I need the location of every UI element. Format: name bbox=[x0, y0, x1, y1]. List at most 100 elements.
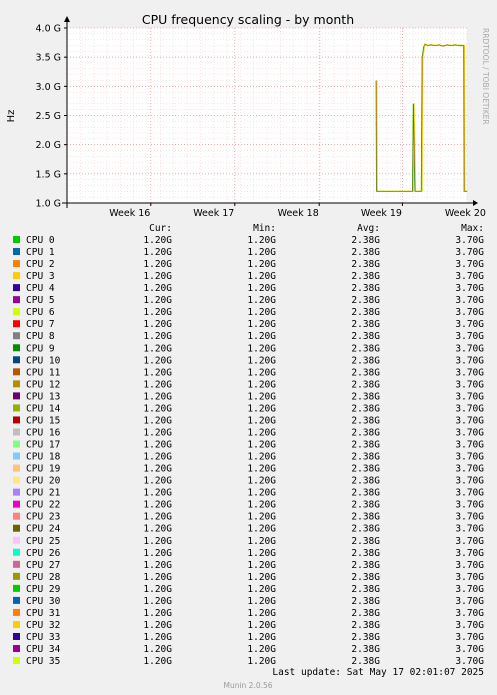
legend-value-min: 1.20G bbox=[247, 548, 276, 559]
x-tick-label: Week 17 bbox=[193, 208, 234, 219]
legend-swatch bbox=[13, 596, 20, 604]
legend-swatch bbox=[13, 236, 20, 243]
legend-value-avg: 2.38G bbox=[351, 644, 380, 655]
legend-swatch bbox=[13, 344, 20, 352]
legend-value-avg: 2.38G bbox=[351, 283, 380, 294]
legend-value-avg: 2.38G bbox=[351, 500, 380, 511]
legend-series-name: CPU 19 bbox=[26, 464, 61, 475]
legend-value-cur: 1.20G bbox=[143, 644, 172, 655]
legend-value-avg: 2.38G bbox=[351, 391, 380, 402]
legend-value-min: 1.20G bbox=[247, 584, 276, 595]
legend-value-min: 1.20G bbox=[247, 488, 276, 499]
legend-value-avg: 2.38G bbox=[351, 367, 380, 378]
legend-value-cur: 1.20G bbox=[143, 452, 172, 463]
legend-value-max: 3.70G bbox=[455, 596, 484, 607]
legend-value-avg: 2.38G bbox=[351, 572, 380, 583]
legend-value-max: 3.70G bbox=[455, 307, 484, 318]
legend-series-name: CPU 3 bbox=[26, 271, 55, 282]
legend-value-avg: 2.38G bbox=[351, 343, 380, 354]
legend-value-max: 3.70G bbox=[455, 379, 484, 390]
legend-swatch bbox=[13, 332, 20, 340]
legend-series-name: CPU 25 bbox=[26, 536, 60, 547]
legend-value-cur: 1.20G bbox=[143, 476, 172, 487]
y-axis-label: Hz bbox=[6, 110, 17, 123]
legend-value-min: 1.20G bbox=[247, 644, 276, 655]
legend-value-min: 1.20G bbox=[247, 259, 276, 270]
x-tick-label: Week 19 bbox=[361, 208, 402, 219]
legend-value-min: 1.20G bbox=[247, 572, 276, 583]
legend-swatch bbox=[13, 512, 20, 520]
legend-column-header: Cur: bbox=[149, 223, 172, 234]
legend-series-name: CPU 32 bbox=[26, 620, 60, 631]
legend-swatch bbox=[13, 260, 20, 268]
legend-value-max: 3.70G bbox=[455, 644, 484, 655]
legend-value-cur: 1.20G bbox=[143, 271, 172, 282]
legend-value-avg: 2.38G bbox=[351, 295, 380, 306]
rrdtool-credit: RRDTOOL / TOBI OETIKER bbox=[481, 28, 490, 125]
legend-swatch bbox=[13, 452, 20, 460]
legend-series-name: CPU 9 bbox=[26, 343, 55, 354]
legend-value-max: 3.70G bbox=[455, 572, 484, 583]
legend-series-name: CPU 15 bbox=[26, 415, 60, 426]
legend-value-cur: 1.20G bbox=[143, 331, 172, 342]
legend-value-max: 3.70G bbox=[455, 247, 484, 258]
legend-series-name: CPU 18 bbox=[26, 452, 61, 463]
legend-value-cur: 1.20G bbox=[143, 632, 172, 643]
legend-column-header: Min: bbox=[253, 223, 276, 234]
last-update: Last update: Sat May 17 02:01:07 2025 bbox=[272, 667, 484, 678]
legend-value-cur: 1.20G bbox=[143, 656, 172, 667]
legend-value-max: 3.70G bbox=[455, 512, 484, 523]
y-tick-label: 2.5 G bbox=[36, 111, 62, 122]
legend-value-max: 3.70G bbox=[455, 415, 484, 426]
legend-series-name: CPU 1 bbox=[26, 247, 55, 258]
legend-value-cur: 1.20G bbox=[143, 464, 172, 475]
legend-value-cur: 1.20G bbox=[143, 500, 172, 511]
legend-value-avg: 2.38G bbox=[351, 452, 380, 463]
legend-value-min: 1.20G bbox=[247, 331, 276, 342]
x-tick-label: Week 18 bbox=[278, 208, 319, 219]
legend-value-min: 1.20G bbox=[247, 560, 276, 571]
legend-value-max: 3.70G bbox=[455, 500, 484, 511]
legend-series-name: CPU 17 bbox=[26, 440, 60, 451]
legend-value-min: 1.20G bbox=[247, 415, 276, 426]
legend-swatch bbox=[13, 248, 20, 256]
legend-value-cur: 1.20G bbox=[143, 488, 172, 499]
legend-series-name: CPU 5 bbox=[26, 295, 55, 306]
legend-value-max: 3.70G bbox=[455, 608, 484, 619]
legend-swatch bbox=[13, 404, 20, 412]
legend-swatch bbox=[13, 320, 20, 328]
legend-swatch bbox=[13, 308, 20, 316]
legend-value-min: 1.20G bbox=[247, 512, 276, 523]
legend-swatch bbox=[13, 392, 20, 400]
legend-value-cur: 1.20G bbox=[143, 235, 172, 246]
legend-value-avg: 2.38G bbox=[351, 488, 380, 499]
legend-value-max: 3.70G bbox=[455, 488, 484, 499]
legend-value-avg: 2.38G bbox=[351, 319, 380, 330]
legend-swatch bbox=[13, 584, 20, 592]
legend-series-name: CPU 34 bbox=[26, 644, 61, 655]
legend-value-min: 1.20G bbox=[247, 656, 276, 667]
y-tick-label: 2.0 G bbox=[36, 140, 62, 151]
legend-value-max: 3.70G bbox=[455, 271, 484, 282]
legend-value-min: 1.20G bbox=[247, 476, 276, 487]
legend-value-cur: 1.20G bbox=[143, 379, 172, 390]
legend-value-cur: 1.20G bbox=[143, 596, 172, 607]
legend-value-min: 1.20G bbox=[247, 427, 276, 438]
legend-value-avg: 2.38G bbox=[351, 379, 380, 390]
legend-swatch bbox=[13, 572, 20, 580]
legend-series-name: CPU 35 bbox=[26, 656, 60, 667]
legend-value-cur: 1.20G bbox=[143, 560, 172, 571]
legend-swatch bbox=[13, 368, 20, 376]
legend-value-max: 3.70G bbox=[455, 632, 484, 643]
legend-value-min: 1.20G bbox=[247, 464, 276, 475]
legend-series-name: CPU 10 bbox=[26, 355, 61, 366]
legend-value-min: 1.20G bbox=[247, 608, 276, 619]
legend-series-name: CPU 8 bbox=[26, 331, 55, 342]
legend-swatch bbox=[13, 284, 20, 292]
legend-series-name: CPU 27 bbox=[26, 560, 60, 571]
legend-value-cur: 1.20G bbox=[143, 584, 172, 595]
legend-value-avg: 2.38G bbox=[351, 440, 380, 451]
legend-series-name: CPU 23 bbox=[26, 512, 60, 523]
chart-title: CPU frequency scaling - by month bbox=[142, 12, 354, 27]
legend-swatch bbox=[13, 657, 20, 665]
